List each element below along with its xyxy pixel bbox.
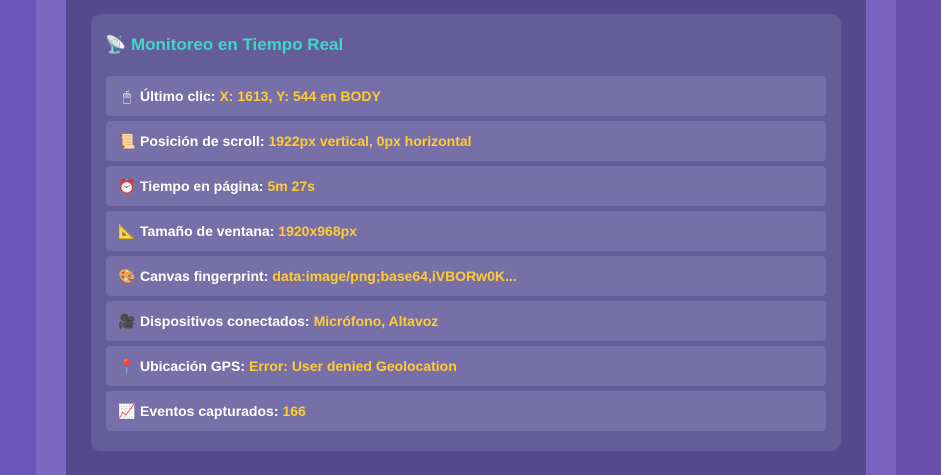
monitoring-panel: 📡 Monitoreo en Tiempo Real 🖱 Último clic… — [91, 14, 841, 451]
chart-increasing-icon: 📈 — [118, 402, 136, 419]
alarm-clock-icon: ⏰ — [118, 177, 136, 194]
satellite-dish-icon: 📡 — [105, 35, 127, 54]
row-value: 1920x968px — [278, 223, 357, 239]
list-item-canvas-fingerprint: 🎨 Canvas fingerprint: data:image/png;bas… — [106, 256, 826, 296]
list-item-gps-location: 📍 Ubicación GPS: Error: User denied Geol… — [106, 346, 826, 386]
palette-icon: 🎨 — [118, 267, 136, 284]
list-item-connected-devices: 🎥 Dispositivos conectados: Micrófono, Al… — [106, 301, 826, 341]
row-value: 1922px vertical, 0px horizontal — [268, 133, 472, 149]
map-pin-icon: 📍 — [118, 357, 136, 374]
row-value: Micrófono, Altavoz — [313, 313, 439, 329]
row-label: Tiempo en página: — [140, 178, 264, 194]
panel-title-text: Monitoreo en Tiempo Real — [131, 35, 344, 54]
list-item-scroll-position: 📜 Posición de scroll: 1922px vertical, 0… — [106, 121, 826, 161]
row-label: Dispositivos conectados: — [140, 313, 310, 329]
triangle-ruler-icon: 📐 — [118, 222, 136, 239]
side-band-right — [866, 0, 896, 475]
list-item-captured-events: 📈 Eventos capturados: 166 — [106, 391, 826, 431]
row-value: Error: User denied Geolocation — [249, 358, 457, 374]
video-camera-icon: 🎥 — [118, 312, 136, 329]
list-item-last-click: 🖱 Último clic: X: 1613, Y: 544 en BODY — [106, 76, 826, 116]
row-label: Eventos capturados: — [140, 403, 279, 419]
row-label: Tamaño de ventana: — [140, 223, 275, 239]
list-item-window-size: 📐 Tamaño de ventana: 1920x968px — [106, 211, 826, 251]
row-value: data:image/png;base64,iVBORw0K... — [272, 268, 517, 284]
row-label: Ubicación GPS: — [140, 358, 246, 374]
row-label: Posición de scroll: — [140, 133, 265, 149]
monitoring-list: 🖱 Último clic: X: 1613, Y: 544 en BODY 📜… — [106, 76, 826, 436]
mouse-icon: 🖱 — [122, 87, 132, 104]
scroll-icon: 📜 — [118, 132, 136, 149]
row-value: X: 1613, Y: 544 en BODY — [219, 88, 381, 104]
row-label: Último clic: — [140, 88, 216, 104]
side-band-left — [36, 0, 66, 475]
list-item-time-on-page: ⏰ Tiempo en página: 5m 27s — [106, 166, 826, 206]
panel-title: 📡 Monitoreo en Tiempo Real — [105, 32, 343, 58]
row-value: 5m 27s — [267, 178, 315, 194]
row-value: 166 — [282, 403, 306, 419]
row-label: Canvas fingerprint: — [140, 268, 269, 284]
